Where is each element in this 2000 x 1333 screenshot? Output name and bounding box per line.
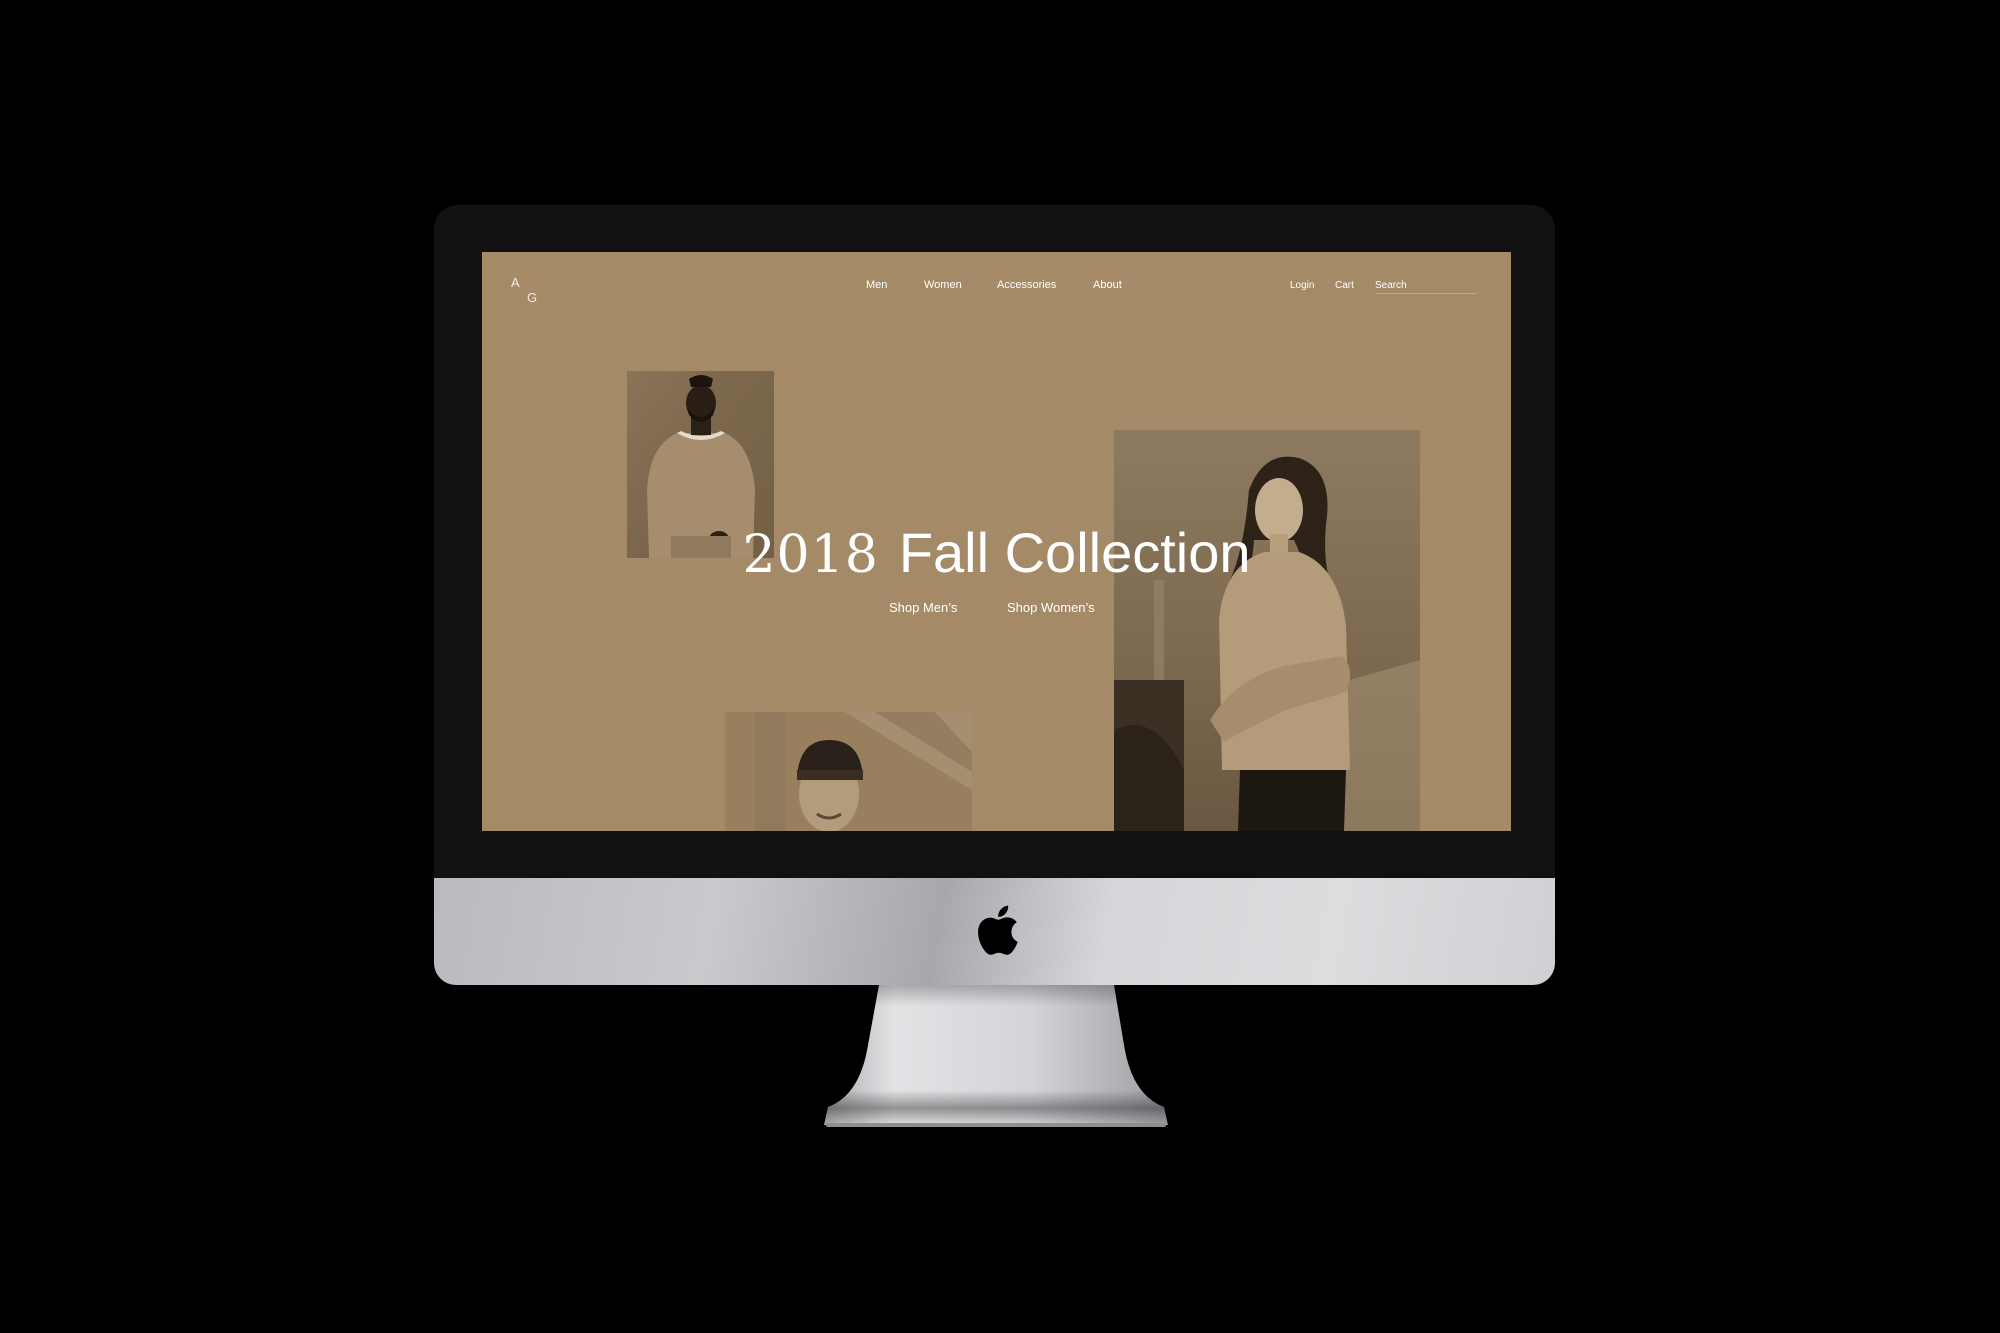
- apple-logo-icon: [978, 905, 1018, 955]
- nav-accessories[interactable]: Accessories: [997, 279, 1056, 291]
- nav-women[interactable]: Women: [924, 279, 962, 291]
- login-link[interactable]: Login: [1290, 280, 1314, 291]
- hero-year: 2018: [742, 525, 879, 585]
- hero-title: Fall Collection: [898, 521, 1251, 584]
- website-screen: A G Men Women Accessories About Login Ca…: [482, 252, 1511, 831]
- photo-woman[interactable]: [1114, 430, 1420, 831]
- brand-logo[interactable]: A G: [511, 275, 541, 307]
- imac-stand: [824, 985, 1168, 1127]
- logo-letter-g: G: [527, 290, 538, 305]
- cart-link[interactable]: Cart: [1335, 280, 1354, 291]
- search-input[interactable]: Search: [1375, 280, 1407, 291]
- shop-women-link[interactable]: Shop Women’s: [1007, 600, 1095, 615]
- nav-men[interactable]: Men: [866, 279, 887, 291]
- search-underline: [1375, 293, 1477, 294]
- nav-about[interactable]: About: [1093, 279, 1122, 291]
- logo-letter-a: A: [511, 275, 520, 290]
- photo-man-beanie[interactable]: [725, 712, 972, 831]
- hero-headline: 2018 Fall Collection: [482, 521, 1511, 586]
- shop-men-link[interactable]: Shop Men’s: [889, 600, 957, 615]
